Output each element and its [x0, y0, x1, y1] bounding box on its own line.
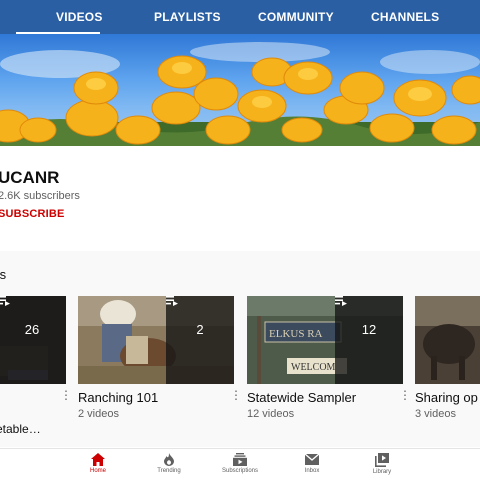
nav-trending[interactable]: Trending: [141, 453, 197, 474]
nav-home[interactable]: Home: [70, 453, 126, 474]
home-icon: [91, 453, 105, 466]
nav-label: Home: [89, 468, 106, 474]
playlist-title[interactable]: Sharing op: [415, 390, 478, 405]
section-title: ts: [0, 267, 7, 282]
nav-library[interactable]: Library: [354, 453, 410, 475]
playlist-icon: [335, 296, 347, 306]
playlist-video-count: 2 videos: [78, 408, 119, 420]
playlist-thumbnail[interactable]: ELKUS RA WELCOM 12: [247, 296, 403, 384]
nav-subscriptions[interactable]: Subscriptions: [212, 453, 268, 474]
tab-videos[interactable]: VIDEOS: [16, 0, 102, 34]
bottom-navigation: Home Trending Subscriptions Inbox Librar…: [0, 448, 480, 480]
tab-playlists[interactable]: PLAYLISTS: [154, 0, 221, 34]
playlist-video-count: 3 videos: [415, 408, 456, 420]
playlist-title[interactable]: Statewide Sampler: [247, 390, 356, 405]
library-icon: [375, 453, 389, 467]
trending-icon: [164, 453, 174, 466]
nav-label: Subscriptions: [221, 468, 259, 474]
subscriptions-icon: [233, 453, 247, 466]
channel-name: UCANR: [0, 168, 60, 187]
more-options-icon[interactable]: ⋮: [60, 389, 72, 403]
tab-community[interactable]: COMMUNITY: [258, 0, 334, 34]
playlist-thumbnail[interactable]: 2: [78, 296, 234, 384]
playlists-section: [0, 251, 480, 447]
nav-inbox[interactable]: Inbox: [284, 453, 340, 474]
thumbnail-image: [415, 296, 480, 384]
playlist-icon: [166, 296, 178, 306]
svg-text:ELKUS RA: ELKUS RA: [269, 328, 323, 340]
subscribe-button[interactable]: SUBSCRIBE: [0, 208, 65, 220]
channel-tabs: VIDEOS PLAYLISTS COMMUNITY CHANNELS: [0, 0, 480, 34]
inbox-icon: [305, 453, 319, 465]
more-options-icon[interactable]: ⋮: [399, 389, 411, 403]
video-count: 2: [196, 322, 204, 337]
playlist-thumbnail[interactable]: 26: [0, 296, 66, 384]
playlist-video-count: 12 videos: [247, 408, 295, 420]
svg-text:WELCOM: WELCOM: [291, 362, 336, 373]
video-count: 26: [24, 322, 40, 337]
playlist-overlay: 12: [335, 296, 403, 384]
playlist-title[interactable]: Ranching 101: [78, 390, 158, 405]
nav-label: Library: [372, 469, 392, 475]
playlist-title: etable…: [0, 422, 41, 436]
tab-channels[interactable]: CHANNELS: [371, 0, 439, 34]
more-options-icon[interactable]: ⋮: [230, 389, 242, 403]
poppy-banner-image: [0, 42, 480, 146]
nav-label: Inbox: [304, 468, 320, 474]
playlist-thumbnail[interactable]: [415, 296, 480, 384]
subscriber-count: 2.6K subscribers: [0, 190, 80, 202]
playlist-icon: [0, 296, 10, 306]
playlist-overlay: 2: [166, 296, 234, 384]
video-count: 12: [361, 322, 377, 337]
nav-label: Trending: [157, 468, 181, 474]
channel-banner: [0, 34, 480, 146]
playlist-overlay: 26: [0, 296, 66, 384]
